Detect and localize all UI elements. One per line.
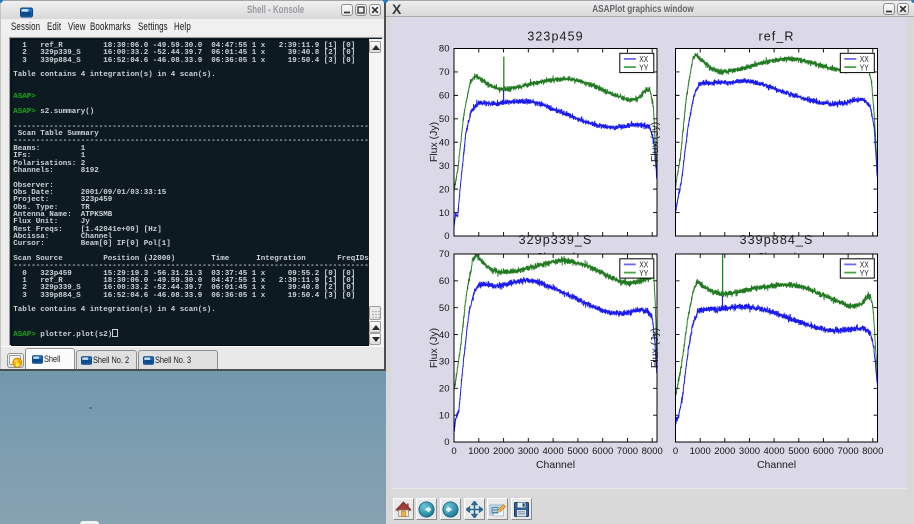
- svg-text:50: 50: [439, 114, 450, 125]
- svg-text:Flux (Jy): Flux (Jy): [428, 328, 440, 368]
- svg-text:ref_R: ref_R: [758, 30, 794, 44]
- svg-text:3000: 3000: [739, 446, 760, 457]
- svg-text:1000: 1000: [468, 446, 489, 457]
- svg-text:Channel: Channel: [536, 459, 575, 471]
- svg-text:10: 10: [439, 208, 450, 219]
- svg-text:323p459: 323p459: [527, 30, 583, 44]
- svg-text:6000: 6000: [813, 446, 834, 457]
- svg-text:2000: 2000: [493, 446, 514, 457]
- svg-text:0: 0: [451, 446, 456, 457]
- svg-text:YY: YY: [860, 62, 869, 72]
- svg-text:0: 0: [444, 231, 449, 242]
- svg-text:30: 30: [439, 161, 450, 172]
- svg-text:1000: 1000: [690, 446, 711, 457]
- svg-text:5000: 5000: [567, 446, 588, 457]
- svg-text:5000: 5000: [788, 446, 809, 457]
- svg-text:0: 0: [444, 437, 449, 448]
- svg-text:0: 0: [673, 446, 678, 457]
- svg-text:Flux (Jy): Flux (Jy): [649, 328, 661, 368]
- svg-text:60: 60: [439, 276, 450, 287]
- svg-text:4000: 4000: [543, 446, 564, 457]
- svg-text:Flux (Jy): Flux (Jy): [649, 122, 661, 162]
- svg-text:10: 10: [439, 410, 450, 421]
- svg-text:3000: 3000: [518, 446, 539, 457]
- svg-text:40: 40: [439, 330, 450, 341]
- svg-text:7000: 7000: [838, 446, 859, 457]
- svg-text:YY: YY: [639, 62, 648, 72]
- svg-text:70: 70: [439, 249, 450, 260]
- svg-text:60: 60: [439, 91, 450, 102]
- svg-text:339p884_S: 339p884_S: [740, 233, 814, 247]
- svg-text:Flux (Jy): Flux (Jy): [428, 122, 440, 162]
- svg-text:6000: 6000: [592, 446, 613, 457]
- svg-text:30: 30: [439, 357, 450, 368]
- svg-text:YY: YY: [639, 268, 648, 278]
- svg-text:7000: 7000: [617, 446, 638, 457]
- svg-text:YY: YY: [860, 268, 869, 278]
- svg-text:329p339_S: 329p339_S: [519, 233, 593, 247]
- svg-text:40: 40: [439, 137, 450, 148]
- svg-text:8000: 8000: [642, 446, 663, 457]
- svg-text:70: 70: [439, 67, 450, 78]
- svg-text:8000: 8000: [862, 446, 883, 457]
- svg-text:Channel: Channel: [757, 459, 796, 471]
- svg-text:2000: 2000: [714, 446, 735, 457]
- svg-text:20: 20: [439, 184, 450, 195]
- svg-text:80: 80: [439, 44, 450, 55]
- svg-text:20: 20: [439, 384, 450, 395]
- svg-text:4000: 4000: [764, 446, 785, 457]
- svg-text:50: 50: [439, 303, 450, 314]
